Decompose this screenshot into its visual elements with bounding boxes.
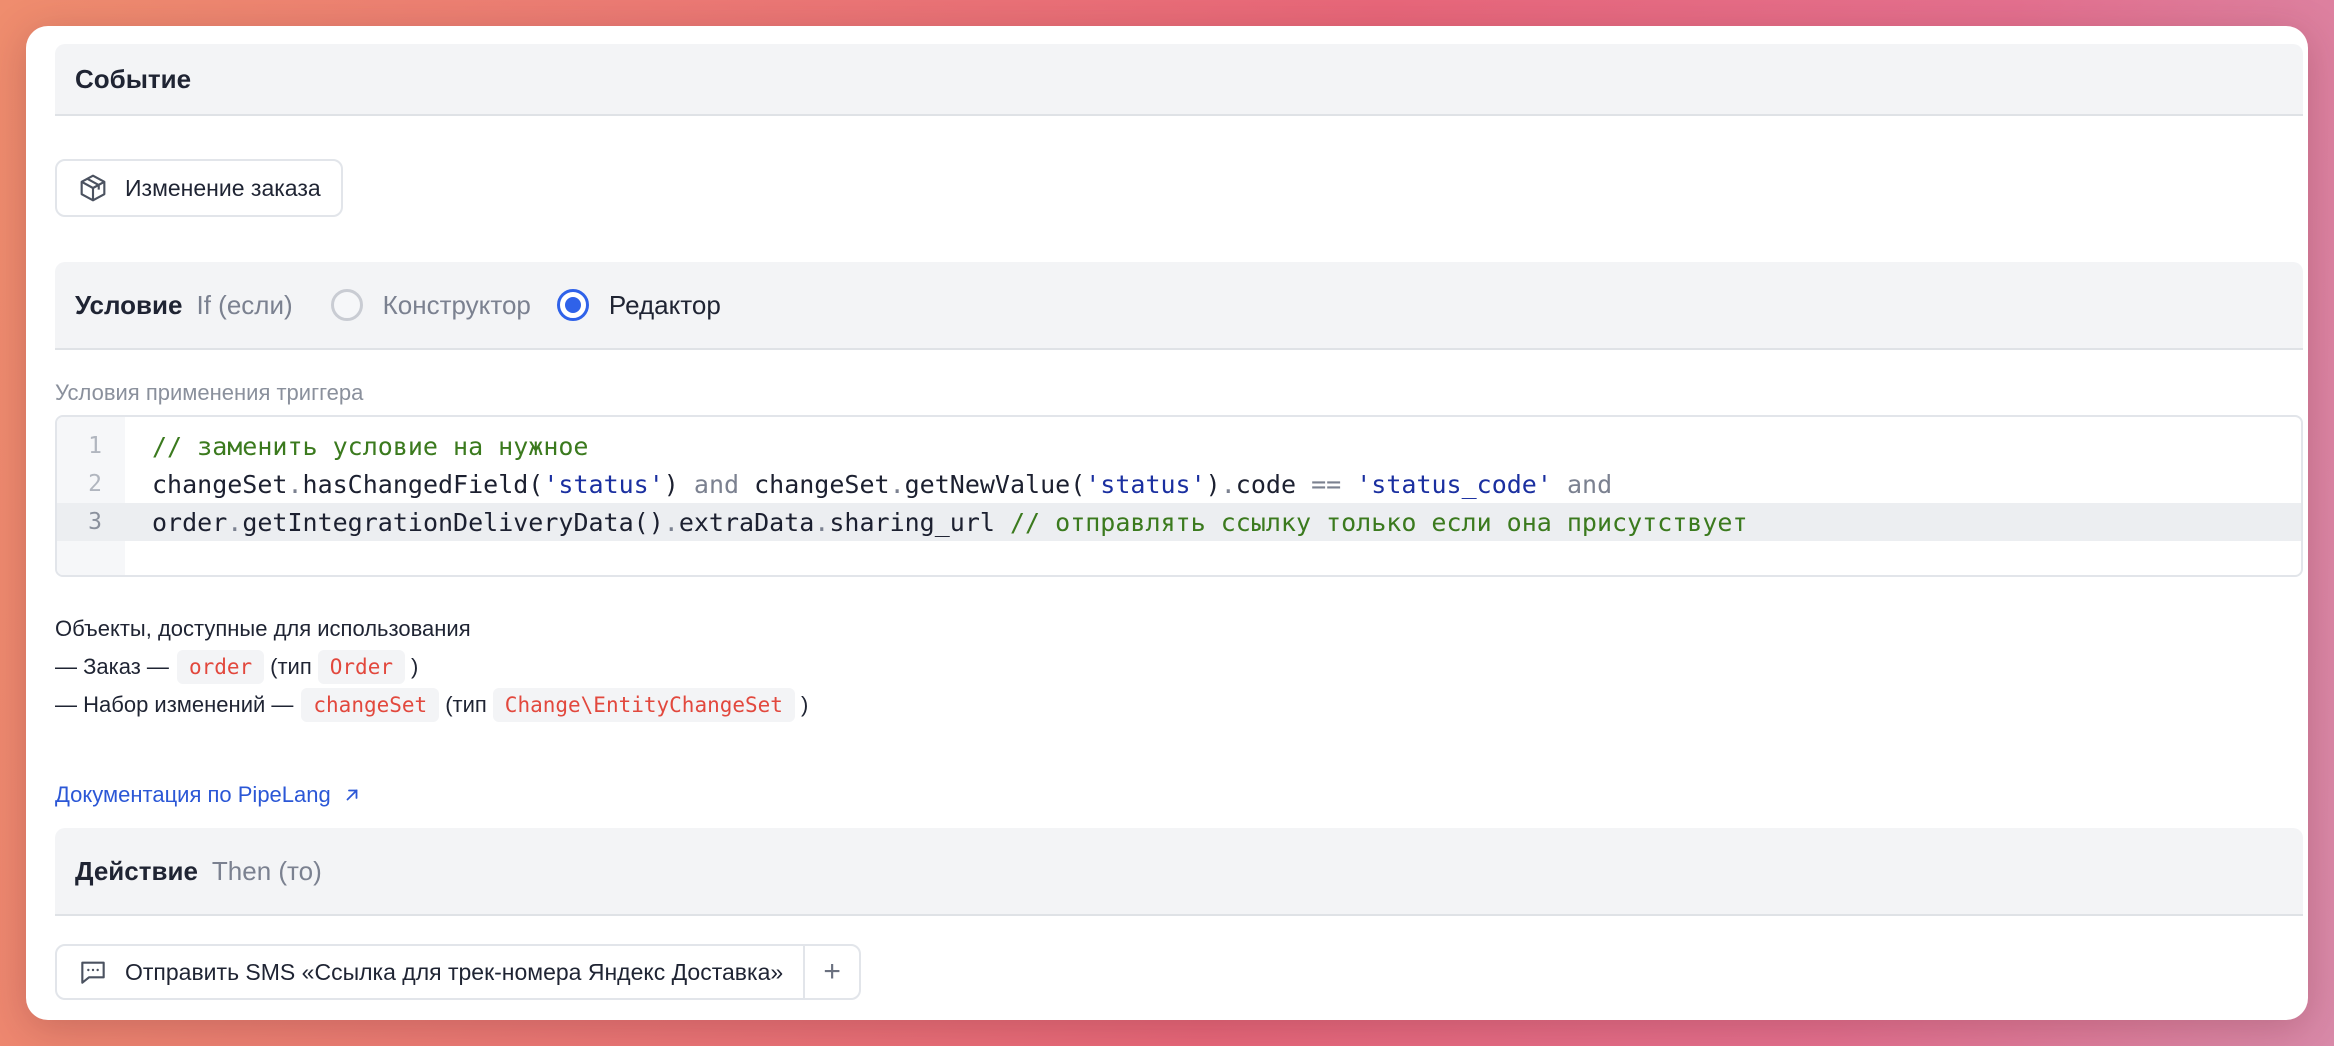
condition-section-title: Условие <box>75 289 183 320</box>
code-line-text: order.getIntegrationDeliveryData().extra… <box>152 507 1748 537</box>
object-type-tag: Change\EntityChangeSet <box>492 688 795 722</box>
event-chip-label: Изменение заказа <box>125 174 321 201</box>
object-prefix: — Заказ — <box>55 654 169 679</box>
condition-field-label: Условия применения триггера <box>55 380 364 405</box>
event-section-title: Событие <box>75 63 192 94</box>
add-action-button[interactable]: + <box>803 946 859 998</box>
radio-constructor[interactable]: Конструктор <box>330 289 531 321</box>
code-line-active[interactable]: 3 order.getIntegrationDeliveryData().ext… <box>57 503 2301 541</box>
radio-editor[interactable]: Редактор <box>556 289 721 321</box>
object-name-tag: order <box>176 650 265 684</box>
available-objects: Объекты, доступные для использования — З… <box>55 610 808 724</box>
object-type-prefix: (тип <box>445 692 487 717</box>
event-chip[interactable]: Изменение заказа <box>55 159 343 217</box>
message-icon <box>77 956 109 988</box>
code-line-text: // заменить условие на нужное <box>152 431 589 461</box>
object-suffix: ) <box>800 692 809 717</box>
radio-constructor-circle[interactable] <box>330 289 363 321</box>
condition-section-subtitle: If (если) <box>196 289 293 320</box>
radio-editor-circle[interactable] <box>556 289 589 321</box>
radio-constructor-label: Конструктор <box>382 289 531 320</box>
action-section-subtitle: Then (то) <box>211 855 322 886</box>
code-line-text: changeSet.hasChangedField('status') and … <box>152 469 1613 499</box>
object-item: — Заказ — order (тип Order ) <box>55 648 808 686</box>
send-sms-action-button[interactable]: Отправить SMS «Ссылка для трек-номера Ян… <box>57 946 803 998</box>
line-number: 3 <box>88 509 102 535</box>
event-section-header: Событие <box>55 44 2303 116</box>
code-line[interactable]: 1 // заменить условие на нужное <box>57 427 2301 465</box>
code-line[interactable]: 2 changeSet.hasChangedField('status') an… <box>57 465 2301 503</box>
arrow-up-right-icon <box>343 786 361 804</box>
object-suffix: ) <box>410 654 419 679</box>
code-editor[interactable]: 1 // заменить условие на нужное 2 change… <box>55 415 2303 577</box>
object-item: — Набор изменений — changeSet (тип Chang… <box>55 686 808 724</box>
line-number: 2 <box>88 471 102 497</box>
box-icon <box>77 172 109 204</box>
pipelang-docs-link[interactable]: Документация по PipeLang <box>55 782 361 808</box>
docs-link-label: Документация по PipeLang <box>55 782 331 807</box>
condition-section-header: Условие If (если) Конструктор Редактор <box>55 262 2303 350</box>
objects-heading: Объекты, доступные для использования <box>55 616 471 641</box>
object-type-tag: Order <box>317 650 405 684</box>
object-prefix: — Набор изменений — <box>55 692 294 717</box>
trigger-card: Событие Изменение заказа Условие If (есл… <box>26 26 2308 1020</box>
action-section-title: Действие <box>75 855 198 886</box>
object-type-prefix: (тип <box>270 654 312 679</box>
object-name-tag: changeSet <box>301 688 440 722</box>
radio-editor-label: Редактор <box>608 289 721 320</box>
line-number: 1 <box>88 433 102 459</box>
action-section-header: Действие Then (то) <box>55 828 2303 916</box>
action-button-group: Отправить SMS «Ссылка для трек-номера Ян… <box>55 944 862 1000</box>
action-button-label: Отправить SMS «Ссылка для трек-номера Ян… <box>125 958 784 985</box>
